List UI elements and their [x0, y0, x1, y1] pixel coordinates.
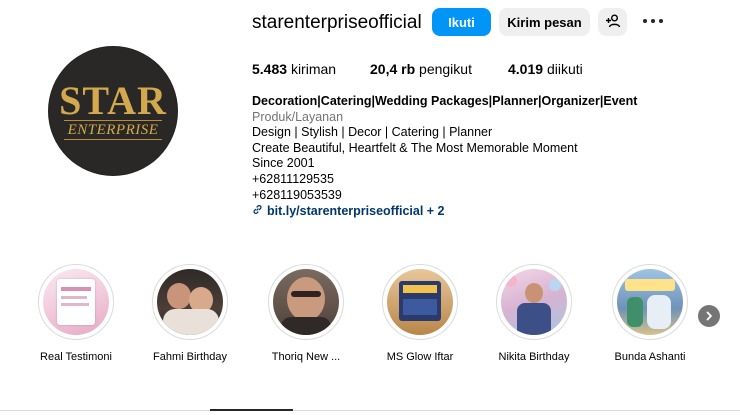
profile-avatar[interactable]: STAR ENTERPRISE [48, 46, 178, 176]
highlight-label: Nikita Birthday [498, 351, 570, 363]
highlight-item[interactable]: Thoriq New ... [256, 264, 356, 363]
bio-line: Design | Stylish | Decor | Catering | Pl… [252, 125, 493, 140]
chevron-right-icon [704, 309, 714, 324]
highlight-label: MS Glow Iftar [386, 351, 454, 363]
following-count: 4.019 [508, 61, 544, 77]
posts-stat[interactable]: 5.483 kiriman [252, 61, 336, 77]
add-user-icon [605, 13, 621, 32]
profile-bio: Decoration|Catering|Wedding Packages|Pla… [252, 94, 637, 220]
tab-divider [0, 410, 740, 411]
message-button[interactable]: Kirim pesan [499, 8, 590, 36]
highlights-next-button[interactable] [698, 305, 720, 327]
highlight-item[interactable]: Nikita Birthday [484, 264, 584, 363]
highlight-thumbnail [43, 269, 109, 335]
highlight-thumbnail [157, 269, 223, 335]
highlight-item[interactable]: Fahmi Birthday [140, 264, 240, 363]
highlight-label: Real Testimoni [40, 351, 112, 363]
posts-count: 5.483 [252, 61, 288, 77]
bio-link[interactable]: bit.ly/starenterpriseofficial + 2 [252, 204, 637, 220]
highlight-label: Bunda Ashanti [614, 351, 686, 363]
highlight-item[interactable]: Bunda Ashanti [600, 264, 700, 363]
more-options-icon[interactable] [643, 14, 663, 28]
profile-full-name: Decoration|Catering|Wedding Packages|Pla… [252, 94, 638, 108]
highlight-item[interactable]: Real Testimoni [26, 264, 126, 363]
followers-label: pengikut [419, 61, 472, 77]
highlight-item[interactable]: MS Glow Iftar [370, 264, 470, 363]
highlight-label: Fahmi Birthday [153, 351, 227, 363]
active-tab-indicator [210, 409, 293, 411]
following-stat[interactable]: 4.019 diikuti [508, 61, 583, 77]
bio-line: Since 2001 [252, 156, 315, 171]
profile-category: Produk/Layanan [252, 109, 344, 124]
follow-button[interactable]: Ikuti [432, 8, 491, 36]
suggest-user-button[interactable] [598, 8, 627, 36]
link-icon [252, 204, 263, 220]
highlight-thumbnail [617, 269, 683, 335]
profile-username: starenterpriseofficial [252, 12, 422, 33]
followers-stat[interactable]: 20,4 rb pengikut [370, 61, 472, 77]
highlight-thumbnail [387, 269, 453, 335]
highlight-label: Thoriq New ... [271, 351, 341, 363]
bio-phone: +628119053539 [252, 187, 342, 202]
story-highlights: Real Testimoni Fahmi Birthday Thoriq New… [0, 264, 740, 374]
bio-line: Create Beautiful, Heartfelt & The Most M… [252, 140, 578, 155]
bio-link-text: bit.ly/starenterpriseofficial + 2 [267, 204, 445, 219]
following-label: diikuti [546, 61, 583, 77]
posts-label: kiriman [290, 61, 337, 77]
logo-star-text: STAR [59, 78, 167, 123]
highlight-thumbnail [273, 269, 339, 335]
bio-phone: +62811129535 [252, 171, 334, 186]
followers-count: 20,4 rb [370, 61, 416, 77]
logo-enterprise-text: ENTERPRISE [63, 120, 163, 140]
highlight-thumbnail [501, 269, 567, 335]
